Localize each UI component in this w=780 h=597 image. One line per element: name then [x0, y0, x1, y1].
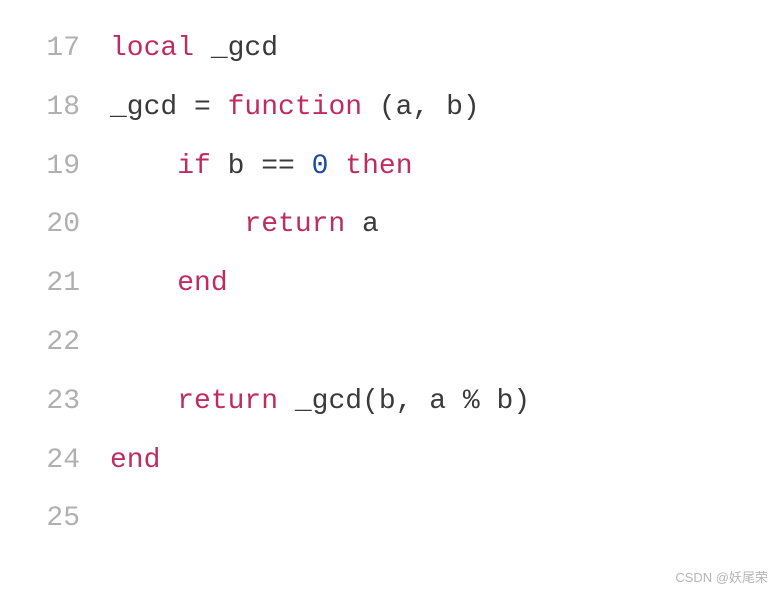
- code-line: 23 return _gcd(b, a % b): [0, 373, 780, 432]
- code-token: local: [110, 33, 194, 64]
- code-content: return _gcd(b, a % b): [110, 373, 780, 432]
- code-token: a: [396, 92, 413, 123]
- code-token: ,: [396, 386, 430, 417]
- code-line: 21 end: [0, 255, 780, 314]
- code-line: 22: [0, 314, 780, 373]
- code-token: a: [345, 209, 379, 240]
- code-token: (: [362, 92, 396, 123]
- code-token: b: [211, 151, 261, 182]
- code-content: end: [110, 432, 780, 491]
- line-number: 25: [0, 490, 110, 549]
- code-block: 17local _gcd18_gcd = function (a, b)19 i…: [0, 20, 780, 549]
- code-token: _gcd: [110, 92, 194, 123]
- code-token: ,: [412, 92, 446, 123]
- code-token: end: [110, 445, 160, 476]
- code-token: function: [228, 92, 362, 123]
- line-number: 18: [0, 79, 110, 138]
- code-token: _gcd: [278, 386, 362, 417]
- code-token: b: [379, 386, 396, 417]
- line-number: 17: [0, 20, 110, 79]
- line-number: 21: [0, 255, 110, 314]
- line-number: 19: [0, 138, 110, 197]
- line-number: 22: [0, 314, 110, 373]
- code-token: ): [463, 92, 480, 123]
- code-content: if b == 0 then: [110, 138, 780, 197]
- code-content: _gcd = function (a, b): [110, 79, 780, 138]
- code-line: 25: [0, 490, 780, 549]
- code-token: b: [446, 92, 463, 123]
- code-token: return: [244, 209, 345, 240]
- code-line: 19 if b == 0 then: [0, 138, 780, 197]
- code-token: (: [362, 386, 379, 417]
- code-token: if: [177, 151, 211, 182]
- code-content: local _gcd: [110, 20, 780, 79]
- code-token: ==: [261, 151, 311, 182]
- code-token: return: [177, 386, 278, 417]
- watermark-text: CSDN @妖尾荣: [675, 564, 768, 591]
- line-number: 24: [0, 432, 110, 491]
- line-number: 20: [0, 196, 110, 255]
- code-token: 0: [312, 151, 329, 182]
- code-token: b: [497, 386, 514, 417]
- code-token: =: [194, 92, 228, 123]
- code-token: %: [463, 386, 497, 417]
- code-token: a: [429, 386, 463, 417]
- code-line: 24end: [0, 432, 780, 491]
- code-token: _gcd: [194, 33, 278, 64]
- code-line: 20 return a: [0, 196, 780, 255]
- code-token: ): [513, 386, 530, 417]
- line-number: 23: [0, 373, 110, 432]
- code-token: end: [177, 268, 227, 299]
- code-content: end: [110, 255, 780, 314]
- code-line: 17local _gcd: [0, 20, 780, 79]
- code-token: then: [328, 151, 412, 182]
- code-line: 18_gcd = function (a, b): [0, 79, 780, 138]
- code-content: return a: [110, 196, 780, 255]
